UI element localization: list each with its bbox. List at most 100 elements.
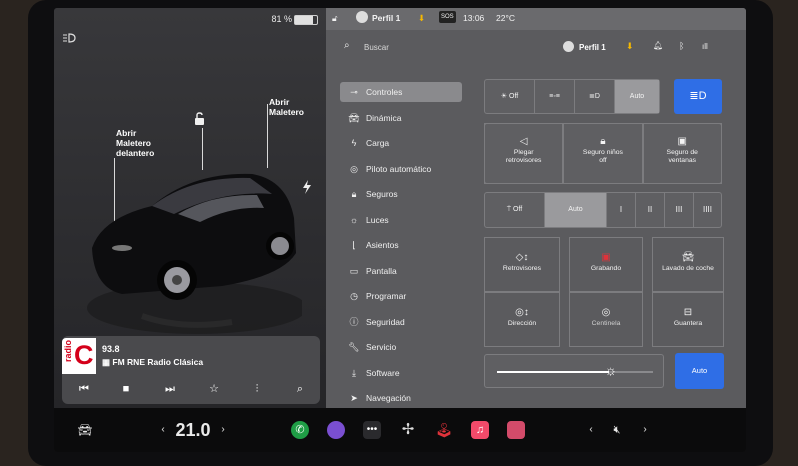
wipers-auto-option[interactable]: Auto [545,193,607,227]
menu-item-carga[interactable]: ϟ Carga [340,133,462,153]
menu-item-asientos[interactable]: ⌊ Asientos [340,235,462,255]
profile-name-secondary[interactable]: Perfil 1 [579,43,606,52]
wipers-off-option[interactable]: ⍡ Off [485,193,545,227]
brightness-track[interactable] [497,371,653,373]
outside-temperature: 22°C [496,13,515,23]
menu-item-seguros[interactable]: 🔒︎ Seguros [340,184,462,204]
music-app-icon[interactable]: ♫ [471,421,489,439]
tile-label: Lavado de coche [662,265,714,272]
profile-avatar-icon[interactable] [356,11,368,23]
wiper-speed-3[interactable]: III [665,193,694,227]
unlock-icon[interactable] [194,112,206,126]
car-icon[interactable]: 🚘︎ [74,419,96,441]
equalizer-icon[interactable]: ⫶ [245,380,269,398]
tile-window-lock[interactable]: ▣ Seguro de ventanas [642,123,722,184]
more-apps-icon[interactable]: ••• [363,421,381,439]
unlock-status-icon[interactable]: 🔓︎ [332,13,338,24]
fan-icon[interactable]: ✢ [399,421,417,439]
menu-item-din-mica[interactable]: 🚘︎ Dinámica [340,108,462,128]
tile-glovebox[interactable]: ⊟ Guantera [652,292,724,347]
download-update-icon[interactable]: ⬇ [418,13,425,24]
menu-item-seguridad[interactable]: ⓘ Seguridad [340,312,462,332]
menu-item-luces[interactable]: ☼ Luces [340,210,462,230]
sos-button[interactable]: SOS [439,11,456,23]
profile-avatar-icon[interactable] [563,41,574,52]
lights-off-option[interactable]: ☀ Off [485,80,535,113]
tile-label: Centinela [591,320,621,327]
low-beam-option[interactable]: ≣D [575,80,615,113]
seat-icon: ⌊ [352,240,356,250]
bluetooth-icon[interactable]: ᛒ [679,41,684,51]
brightness-slider[interactable]: ☼ [484,354,664,388]
stop-icon[interactable]: ■ [114,380,138,398]
tile-record-camera[interactable]: ▣ Grabando [569,237,643,292]
profile-name[interactable]: Perfil 1 [372,13,400,23]
radio-logo-word: radio [63,340,73,363]
temp-decrease-chevron-icon[interactable]: ‹ [158,419,168,441]
tile-label: Grabando [590,265,622,272]
clock-time: 13:06 [463,13,485,23]
tile-steering-adjust[interactable]: ◎↕ Dirección [484,292,560,347]
search-input[interactable]: Buscar [364,43,389,52]
camera-app-icon[interactable] [327,421,345,439]
tile-child-lock[interactable]: 🔒︎ Seguro niños off [563,123,643,184]
media-player[interactable]: radio C 93.8 ▦ FM RNE Radio Clásica ⏮ ■ … [62,336,320,404]
charge-port-icon[interactable] [302,180,312,194]
record-camera-icon: ▣ [601,252,611,263]
dashcam-viewer-icon[interactable] [507,421,525,439]
battery-icon [294,15,318,25]
previous-track-icon[interactable]: ⏮ [72,380,96,398]
menu-item-piloto-autom-tico[interactable]: ◎ Piloto automático [340,159,462,179]
tile-sentry[interactable]: ◎ Centinela [569,292,643,347]
headlight-mode-selector: ☀ Off ≡◦≡ ≣D Auto [484,79,660,114]
favorite-star-icon[interactable]: ☆ [202,380,226,398]
brightness-sun-icon[interactable]: ☼ [604,362,617,378]
joystick-toybox-icon[interactable]: 🕹︎ [435,421,453,439]
radio-logo-letter: C [74,340,94,370]
tile-mirror-adjust[interactable]: ◇↕ Retrovisores [484,237,560,292]
menu-item-label: Seguridad [366,316,405,327]
parking-lights-option[interactable]: ≡◦≡ [535,80,575,113]
wiper-speed-2[interactable]: II [636,193,665,227]
auto-headlights-icon[interactable] [62,32,78,44]
brightness-auto-button[interactable]: Auto [675,353,724,389]
open-front-trunk-label[interactable]: Abrir Maletero delantero [116,128,154,158]
phone-icon[interactable]: ✆ [291,421,309,439]
wiper-speed-4[interactable]: IIII [694,193,721,227]
menu-item-programar[interactable]: ◷ Programar [340,286,462,306]
auto-high-beam-button[interactable]: ≣D [674,79,722,114]
bell-icon[interactable]: 🔔︎ [653,41,663,50]
volume-down-chevron-icon[interactable]: ‹ [586,419,596,441]
clock-icon: ◷ [350,291,358,301]
menu-item-software[interactable]: ⤓ Software [340,363,462,383]
wrench-icon: 🔧︎ [348,342,360,352]
menu-item-servicio[interactable]: 🔧︎ Servicio [340,337,462,357]
cabin-temperature[interactable]: 21.0 [172,419,214,441]
open-trunk-label[interactable]: Abrir Maletero [269,97,304,117]
menu-item-pantalla[interactable]: ▭ Pantalla [340,261,462,281]
tile-mirror-fold[interactable]: ◁ Plegar retrovisores [484,123,564,184]
battery-percent: 81 % [271,14,292,24]
menu-item-label: Servicio [366,342,397,352]
wiper-speed-1[interactable]: I [607,193,636,227]
mirror-fold-icon: ◁ [519,136,528,147]
glovebox-icon: ⊟ [683,307,693,318]
display-icon: ▭ [349,265,359,276]
menu-item-label: Controles [366,87,403,97]
menu-item-controles[interactable]: ⊸ Controles [340,82,462,102]
download-icon[interactable]: ⬇ [626,41,634,52]
mirror-adjust-icon: ◇↕ [515,252,529,263]
next-track-icon[interactable]: ⏭ [158,380,182,398]
menu-item-navegaci-n[interactable]: ➤ Navegación [340,388,462,408]
search-media-icon[interactable]: ⌕ [288,380,312,398]
temp-increase-chevron-icon[interactable]: › [218,419,228,441]
menu-item-label: Dinámica [366,112,402,123]
tile-car-wash[interactable]: 🚘︎ Lavado de coche [652,237,724,292]
top-status-bar: 🔓︎ Perfil 1 ⬇ SOS 13:06 22°C [326,8,746,30]
volume-up-chevron-icon[interactable]: › [640,419,650,441]
wiper-speed-selector: ⍡ Off Auto I II III IIII [484,192,722,228]
lights-auto-option[interactable]: Auto [615,80,659,113]
touchscreen: 81 % Abrir Maletero delantero Abrir Male… [54,8,746,452]
bolt-icon: ϟ [351,138,357,148]
mute-speaker-icon[interactable]: 🔇︎ [606,419,628,441]
